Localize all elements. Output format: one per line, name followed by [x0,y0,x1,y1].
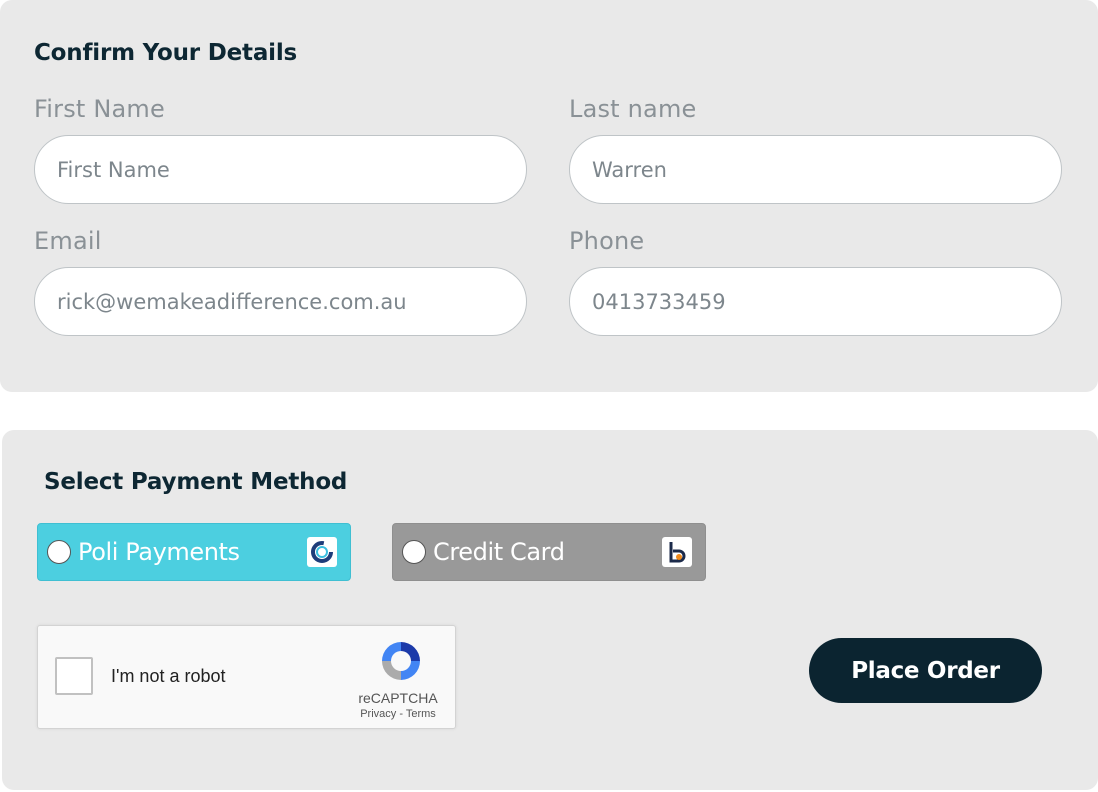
poli-logo-icon [307,537,337,567]
recaptcha-links: Privacy - Terms [338,708,458,720]
robot-checkbox[interactable] [55,657,93,695]
last-name-input[interactable] [569,135,1062,204]
payment-panel: Select Payment Method Poli Payments Cred… [2,430,1098,790]
credit-card-option[interactable]: Credit Card [392,523,706,581]
details-panel: Confirm Your Details First Name Last nam… [0,0,1098,392]
credit-card-radio[interactable] [402,540,426,564]
poli-radio[interactable] [47,540,71,564]
phone-label: Phone [569,227,645,255]
last-name-label: Last name [569,95,697,123]
details-title: Confirm Your Details [34,40,297,66]
poli-payments-option[interactable]: Poli Payments [37,523,351,581]
place-order-button[interactable]: Place Order [809,638,1042,703]
bpoint-logo-icon [662,537,692,567]
recaptcha-logo-icon [378,638,424,688]
first-name-input[interactable] [34,135,527,204]
phone-input[interactable] [569,267,1062,336]
email-input[interactable] [34,267,527,336]
recaptcha-link-separator: - [396,708,406,720]
email-label: Email [34,227,102,255]
credit-card-label: Credit Card [433,538,565,566]
recaptcha-privacy-link[interactable]: Privacy [360,708,396,720]
recaptcha-brand: reCAPTCHA [358,690,438,706]
first-name-label: First Name [34,95,165,123]
recaptcha-terms-link[interactable]: Terms [406,708,436,720]
robot-label: I'm not a robot [111,666,226,686]
recaptcha-widget: I'm not a robot reCAPTCHA Privacy - Term… [37,625,456,729]
poli-label: Poli Payments [78,538,240,566]
payment-title: Select Payment Method [44,469,348,495]
